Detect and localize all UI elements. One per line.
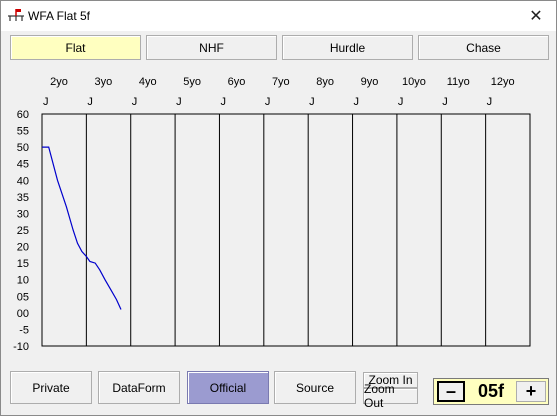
age-label: 12yo bbox=[491, 76, 515, 88]
age-label: 3yo bbox=[94, 76, 112, 88]
decrease-distance-button[interactable]: – bbox=[437, 381, 465, 402]
month-marker: J bbox=[309, 96, 315, 108]
source-button[interactable]: Source bbox=[274, 371, 356, 404]
increase-distance-button[interactable]: + bbox=[516, 381, 546, 402]
age-label: 10yo bbox=[402, 76, 426, 88]
age-label: 7yo bbox=[272, 76, 290, 88]
wfa-series-line bbox=[42, 146, 122, 310]
month-marker: J bbox=[176, 96, 182, 108]
y-tick-label: -5 bbox=[19, 324, 29, 336]
age-label: 11yo bbox=[447, 76, 470, 88]
plot-frame bbox=[41, 113, 531, 347]
zoom-controls: Zoom In Zoom Out bbox=[363, 372, 418, 410]
tab-flat[interactable]: Flat bbox=[10, 35, 141, 60]
month-marker: J bbox=[220, 96, 226, 108]
y-tick-label: 05 bbox=[17, 291, 29, 303]
month-marker: J bbox=[398, 96, 404, 108]
y-tick-label: 45 bbox=[17, 159, 29, 171]
private-button[interactable]: Private bbox=[10, 371, 92, 404]
y-tick-label: 55 bbox=[17, 126, 29, 138]
y-tick-label: -10 bbox=[13, 341, 29, 353]
tab-hurdle[interactable]: Hurdle bbox=[282, 35, 413, 60]
age-label: 5yo bbox=[183, 76, 201, 88]
age-label: 8yo bbox=[316, 76, 334, 88]
title-bar: WFA Flat 5f ✕ bbox=[1, 1, 556, 31]
month-marker: J bbox=[442, 96, 448, 108]
age-label: 4yo bbox=[139, 76, 157, 88]
month-marker: J bbox=[354, 96, 360, 108]
zoom-out-button[interactable]: Zoom Out bbox=[363, 382, 418, 410]
dataform-button[interactable]: DataForm bbox=[98, 371, 180, 404]
y-tick-label: 40 bbox=[17, 175, 29, 187]
month-marker: J bbox=[265, 96, 271, 108]
y-tick-label: 25 bbox=[17, 225, 29, 237]
horse-racing-icon bbox=[8, 9, 24, 21]
y-tick-label: 10 bbox=[17, 275, 29, 287]
window-title: WFA Flat 5f bbox=[28, 9, 91, 23]
y-tick-label: 50 bbox=[17, 142, 29, 154]
distance-value: 05f bbox=[477, 381, 504, 401]
age-label: 6yo bbox=[228, 76, 246, 88]
month-marker: J bbox=[87, 96, 93, 108]
age-label: 2yo bbox=[50, 76, 68, 88]
age-label: 9yo bbox=[361, 76, 379, 88]
y-tick-label: 60 bbox=[17, 109, 29, 121]
y-tick-label: 30 bbox=[17, 208, 29, 220]
close-icon: ✕ bbox=[529, 8, 543, 25]
y-tick-label: 20 bbox=[17, 242, 29, 254]
y-tick-label: 15 bbox=[17, 258, 29, 270]
y-tick-label: 00 bbox=[17, 308, 29, 320]
month-marker: J bbox=[43, 96, 49, 108]
month-marker: J bbox=[487, 96, 493, 108]
tab-chase[interactable]: Chase bbox=[418, 35, 549, 60]
tab-nhf[interactable]: NHF bbox=[146, 35, 277, 60]
y-tick-label: 35 bbox=[17, 192, 29, 204]
official-button[interactable]: Official bbox=[187, 371, 269, 404]
month-marker: J bbox=[132, 96, 138, 108]
wfa-chart: 2yo 3yo 4yo 5yo 6yo 7yo 8yo 9yo 10yo 11yo 12yo J J J… bbox=[13, 76, 531, 353]
close-button[interactable]: ✕ bbox=[516, 1, 556, 31]
wfa-window: WFA Flat 5f ✕ Flat NHF Hurdle Chase 2yo 3… bbox=[0, 0, 557, 416]
